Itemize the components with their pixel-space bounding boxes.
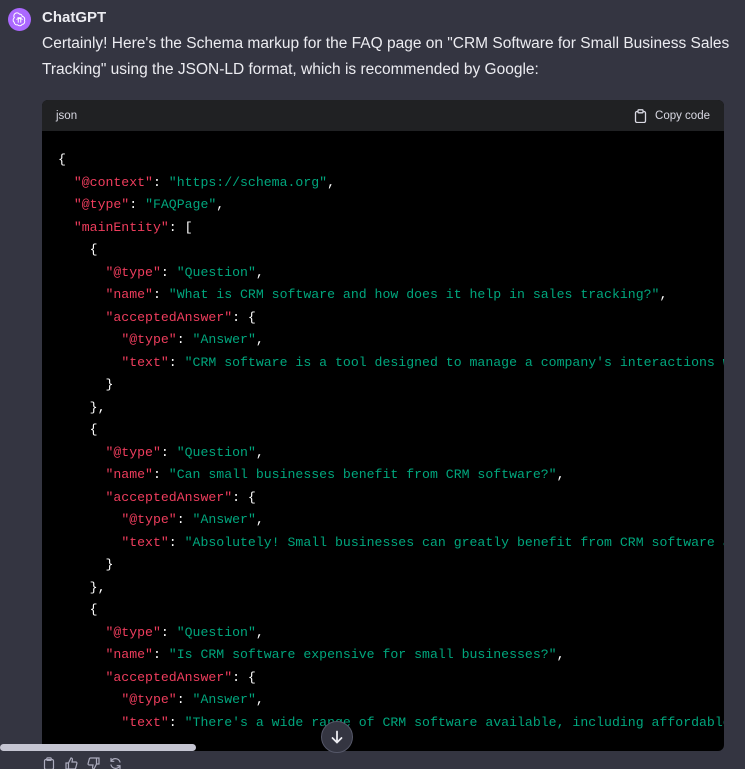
clipboard-icon: [634, 108, 647, 123]
copy-code-label: Copy code: [655, 109, 710, 122]
code-line: "@type": "Question",: [105, 444, 264, 460]
code-line: "text": "Absolutely! Small businesses ca…: [121, 534, 724, 550]
code-line: "acceptedAnswer": {: [105, 309, 256, 325]
chatgpt-avatar: [8, 8, 31, 31]
copy-code-button[interactable]: Copy code: [634, 108, 710, 123]
code-line: "name": "Can small businesses benefit fr…: [105, 467, 565, 482]
code-line: "name": "Is CRM software expensive for s…: [105, 647, 565, 662]
code-content: { "@context": "https://schema.org", "@ty…: [42, 131, 724, 734]
code-line: "text": "CRM software is a tool designed…: [121, 354, 724, 370]
arrow-down-icon: [331, 730, 343, 744]
thumbs-down-button[interactable]: [86, 756, 100, 769]
code-line: "@type": "Answer",: [121, 692, 264, 707]
message-actions: [42, 756, 122, 769]
code-line: {: [58, 422, 98, 437]
code-line: }: [58, 377, 114, 392]
code-body[interactable]: { "@context": "https://schema.org", "@ty…: [42, 131, 724, 751]
code-line: "@type": "FAQPage",: [73, 197, 225, 212]
copy-message-button[interactable]: [42, 756, 56, 769]
code-line: "name": "What is CRM software and how do…: [105, 287, 668, 302]
code-line: "@context": "https://schema.org",: [73, 174, 335, 190]
code-header: json Copy code: [42, 100, 724, 131]
code-language: json: [56, 109, 78, 122]
chat-page: ChatGPT Certainly! Here's the Schema mar…: [0, 0, 745, 769]
code-line: "acceptedAnswer": {: [105, 669, 256, 685]
thumbs-down-icon: [86, 756, 100, 769]
code-line: "text": "There's a wide range of CRM sof…: [121, 714, 724, 730]
code-line: "mainEntity": [: [73, 219, 193, 235]
code-block: json Copy code { "@context": "https://sc…: [42, 100, 724, 751]
code-line: {: [58, 152, 66, 167]
message-author: ChatGPT: [42, 9, 107, 26]
code-line: },: [58, 399, 106, 415]
code-line: },: [58, 579, 106, 595]
thumbs-up-button[interactable]: [64, 756, 78, 769]
regenerate-button[interactable]: [108, 756, 122, 769]
code-line: {: [58, 242, 98, 257]
code-line: "@type": "Question",: [105, 264, 264, 280]
code-line: }: [58, 557, 114, 572]
code-line: "@type": "Answer",: [121, 332, 264, 347]
code-line: "@type": "Question",: [105, 624, 264, 640]
clipboard-icon: [43, 756, 55, 769]
code-line: {: [58, 602, 98, 617]
code-line: "acceptedAnswer": {: [105, 489, 256, 505]
regenerate-icon: [109, 757, 121, 769]
openai-logo-icon: [12, 12, 26, 27]
thumbs-up-icon: [64, 756, 78, 769]
message-intro: Certainly! Here's the Schema markup for …: [42, 35, 730, 78]
horizontal-scrollbar[interactable]: [0, 744, 196, 751]
scroll-down-button[interactable]: [321, 721, 353, 753]
code-line: "@type": "Answer",: [121, 512, 264, 527]
